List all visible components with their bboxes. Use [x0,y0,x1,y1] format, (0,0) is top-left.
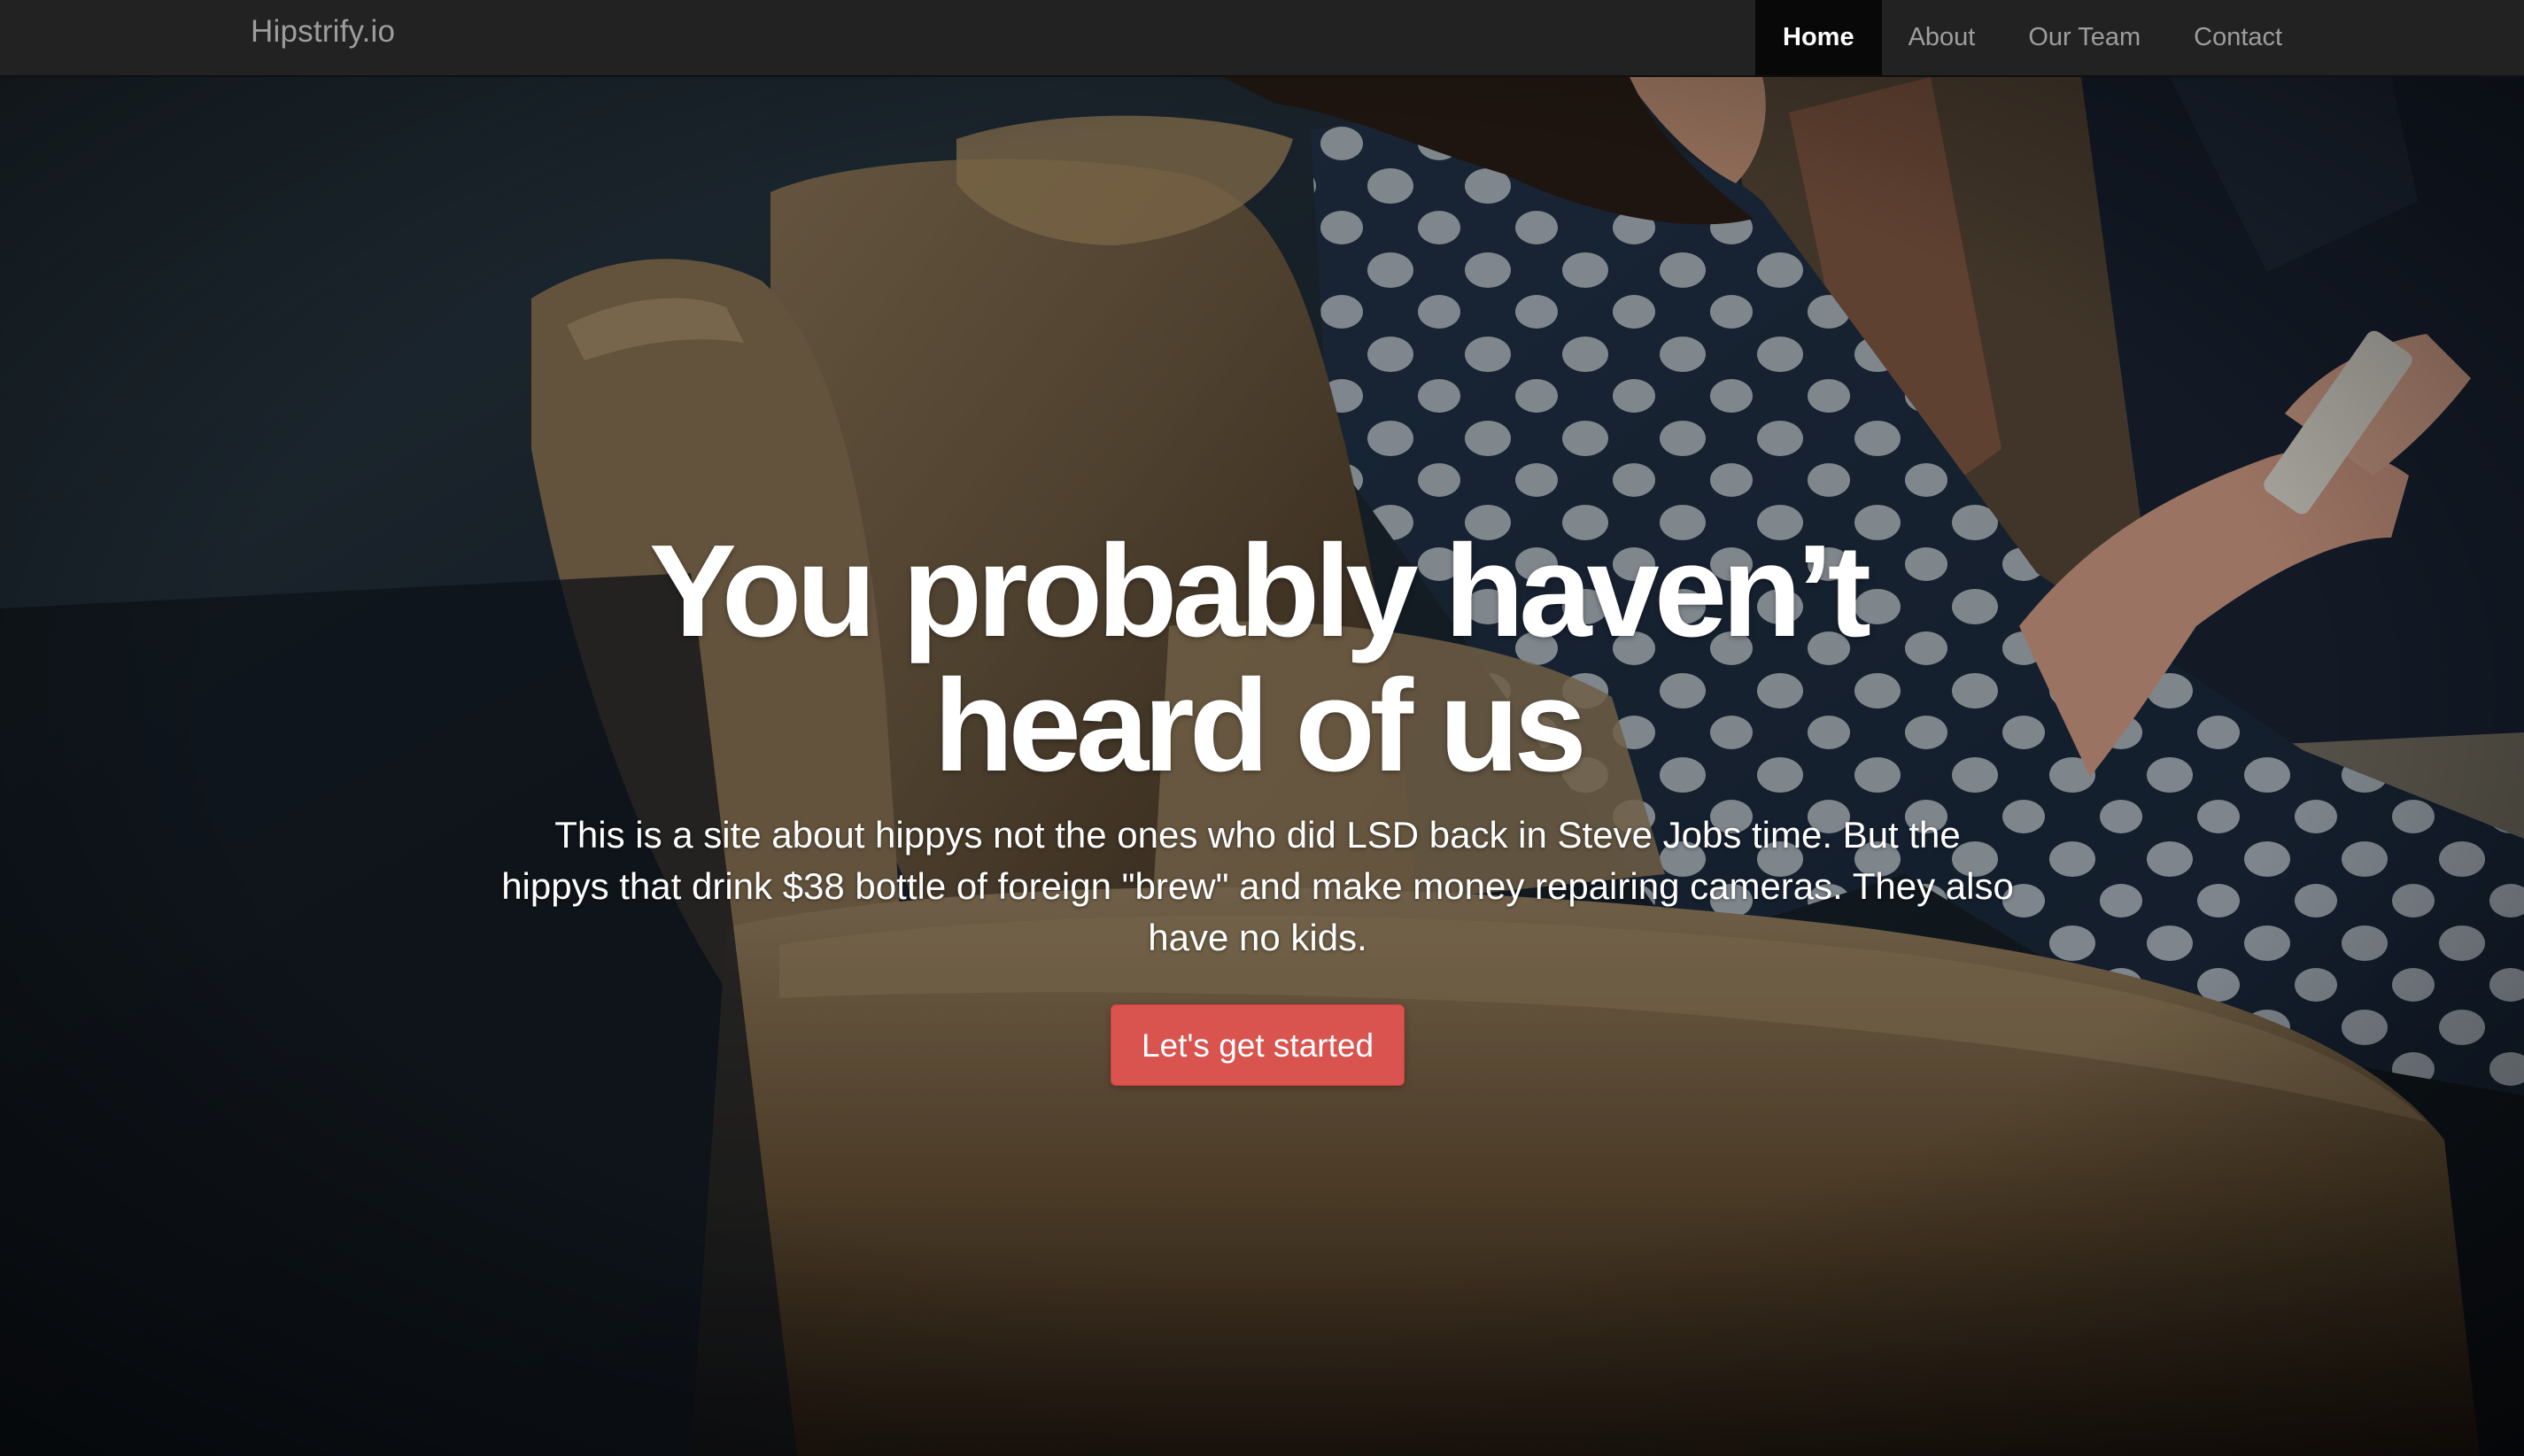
hero-section: You probably haven’t heard of us This is… [0,77,2524,1456]
brand-logo-link[interactable]: Hipstrify.io [251,0,395,77]
top-navbar: Hipstrify.io Home About Our Team Contact [0,0,2524,77]
get-started-button[interactable]: Let's get started [1110,1004,1405,1086]
nav-links: Home About Our Team Contact [1755,0,2309,75]
hero-title: You probably haven’t heard of us [649,518,1871,799]
nav-item-about[interactable]: About [1882,0,2002,75]
nav-item-contact[interactable]: Contact [2167,0,2309,75]
hero-description: This is a site about hippys not the ones… [501,814,2014,958]
nav-item-home[interactable]: Home [1755,0,1882,75]
nav-item-our-team[interactable]: Our Team [2001,0,2167,75]
hero-content: You probably haven’t heard of us This is… [496,524,2019,1086]
landing-page: Hipstrify.io Home About Our Team Contact [0,0,2524,1456]
